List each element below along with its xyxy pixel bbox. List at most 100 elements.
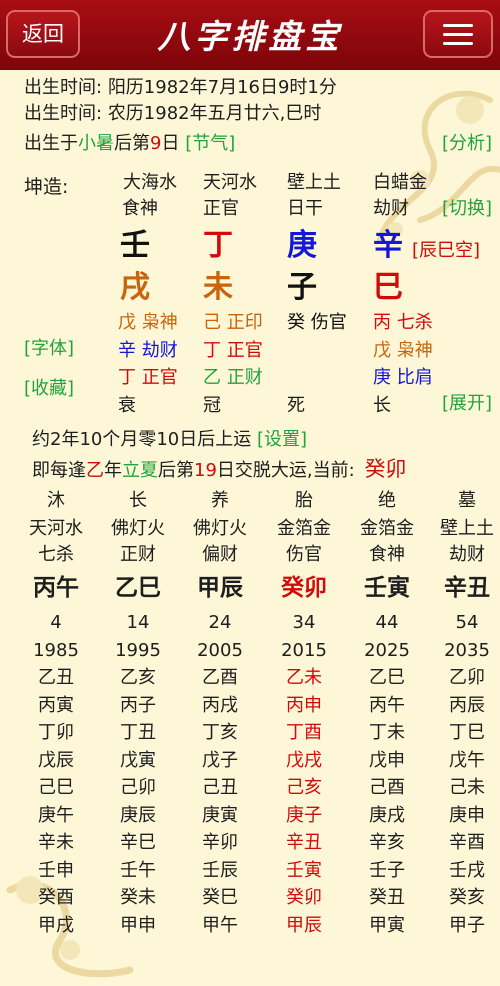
annual-pillar: 戊子 — [202, 749, 238, 771]
luck-pillar: 癸卯 — [281, 575, 327, 601]
annual-pillar: 辛卯 — [202, 832, 238, 853]
switch-link[interactable]: [切换] — [442, 198, 492, 220]
luck-nayin: 壁上土 — [440, 518, 494, 539]
luck-year: 2005 — [197, 640, 243, 661]
current-luck-pillar: 癸卯 — [364, 457, 407, 481]
luck-stage: 长 — [129, 490, 147, 511]
hidden-stem: 乙 正财 — [203, 367, 263, 388]
settings-link[interactable]: [设置] — [257, 429, 307, 450]
term-name: 小暑 — [78, 133, 114, 154]
font-link[interactable]: [字体] — [24, 338, 74, 360]
save-link[interactable]: [收藏] — [24, 378, 74, 400]
annual-pillar: 甲戌 — [38, 914, 74, 936]
annual-pillar: 壬寅 — [286, 859, 322, 881]
annual-pillar: 壬子 — [369, 859, 405, 881]
annual-pillar: 己酉 — [369, 777, 405, 798]
expand-link[interactable]: [展开] — [442, 393, 492, 415]
luck-pillar: 辛丑 — [444, 575, 490, 601]
annual-pillar: 癸酉 — [38, 887, 74, 908]
lunar-birth-row: 出生时间: 农历1982年五月廿六,巳时 — [24, 103, 321, 125]
annual-pillar: 己未 — [449, 777, 485, 798]
solar-birth-row: 出生时间: 阳历1982年7月16日9时1分 — [24, 77, 337, 99]
annual-pillar: 甲午 — [202, 914, 238, 936]
luck-nayin: 佛灯火 — [111, 518, 165, 539]
annual-pillar: 癸未 — [120, 887, 156, 908]
annual-pillar: 辛丑 — [286, 832, 322, 853]
annual-pillar: 癸丑 — [369, 887, 405, 908]
rule-stem: 乙 — [86, 460, 104, 481]
term-suffix: 日 — [161, 133, 180, 154]
luck-nayin: 金箔金 — [277, 518, 331, 539]
menu-icon-bar — [443, 33, 473, 36]
rule-after: 后第 — [158, 460, 194, 481]
luck-ten-god: 偏财 — [202, 544, 238, 565]
hidden-stem: 丙 七杀 — [373, 312, 433, 333]
annual-pillar: 己卯 — [120, 777, 156, 798]
solar-term-row: 出生于小暑后第9日 [节气] — [24, 133, 235, 155]
analysis-link[interactable]: [分析] — [442, 133, 492, 155]
luck-nayin: 天河水 — [29, 518, 83, 539]
growth-stage: 衰 — [118, 395, 136, 416]
annual-pillar: 己亥 — [286, 777, 322, 798]
pillar-nayin: 白蜡金 — [373, 172, 427, 193]
growth-stage: 死 — [287, 395, 305, 416]
luck-age: 44 — [375, 612, 399, 633]
luck-year: 2025 — [364, 640, 410, 661]
luck-nayin: 金箔金 — [360, 518, 414, 539]
annual-pillar: 乙丑 — [38, 667, 74, 688]
annual-pillar: 壬申 — [38, 859, 74, 881]
pillar-nayin: 大海水 — [123, 172, 177, 193]
solar-birth-value: 阳历1982年7月16日9时1分 — [107, 77, 337, 98]
luck-year: 1995 — [115, 640, 161, 661]
annual-pillar: 癸卯 — [286, 887, 322, 908]
luck-stage: 沐 — [47, 490, 65, 511]
luck-year: 1985 — [33, 640, 79, 661]
rule-prefix: 即每逢 — [32, 460, 86, 481]
earthly-branch: 戌 — [120, 270, 150, 305]
annual-pillar: 丁酉 — [286, 722, 322, 743]
annual-pillar: 戊申 — [369, 749, 405, 771]
annual-pillar: 戊寅 — [120, 749, 156, 771]
earthly-branch: 子 — [287, 270, 317, 305]
menu-button[interactable] — [423, 10, 493, 58]
annual-pillar: 癸亥 — [449, 887, 485, 908]
heavenly-stem: 壬 — [120, 228, 150, 263]
annual-pillar: 甲子 — [449, 914, 485, 936]
luck-age: 14 — [126, 612, 150, 633]
annual-pillar: 乙未 — [286, 667, 322, 688]
solar-term-link[interactable]: [节气] — [185, 133, 235, 154]
annual-pillar: 丁巳 — [449, 722, 485, 743]
hidden-stem: 辛 劫财 — [118, 340, 178, 361]
pillar-nayin: 壁上土 — [287, 172, 341, 193]
luck-age: 34 — [292, 612, 316, 633]
void-branches-link[interactable]: [辰巳空] — [412, 240, 480, 262]
annual-pillar: 庚辰 — [120, 804, 156, 826]
menu-icon-bar — [443, 42, 473, 45]
hidden-stem: 丁 正官 — [203, 340, 263, 361]
annual-pillar: 戊午 — [449, 749, 485, 771]
hidden-stem: 丁 正官 — [118, 367, 178, 388]
rule-day: 19 — [194, 460, 217, 481]
luck-stage: 墓 — [458, 490, 476, 511]
annual-pillar: 丙寅 — [38, 694, 74, 716]
luck-ten-god: 正财 — [120, 544, 156, 565]
annual-pillar: 戊辰 — [38, 749, 74, 771]
annual-pillar: 壬戌 — [449, 859, 485, 881]
hidden-stem: 己 正印 — [203, 312, 263, 333]
annual-pillar: 庚戌 — [369, 804, 405, 826]
rule-term: 立夏 — [122, 460, 158, 481]
luck-ten-god: 七杀 — [38, 544, 74, 565]
lunar-birth-label: 出生时间: — [24, 103, 103, 124]
luck-pillar: 壬寅 — [364, 575, 410, 601]
annual-pillar: 丁未 — [369, 722, 405, 743]
annual-pillar: 己丑 — [202, 777, 238, 798]
luck-rule-row: 即每逢乙年立夏后第19日交脱大运,当前: 癸卯 — [32, 458, 406, 482]
growth-stage: 长 — [373, 395, 391, 416]
back-button[interactable]: 返回 — [6, 10, 80, 58]
annual-pillar: 丁亥 — [202, 722, 238, 743]
hidden-stem: 癸 伤官 — [287, 312, 347, 333]
luck-nayin: 佛灯火 — [193, 518, 247, 539]
hidden-stem: 戊 枭神 — [373, 340, 433, 361]
annual-pillar: 壬辰 — [202, 859, 238, 881]
rule-mid: 年 — [104, 460, 122, 481]
